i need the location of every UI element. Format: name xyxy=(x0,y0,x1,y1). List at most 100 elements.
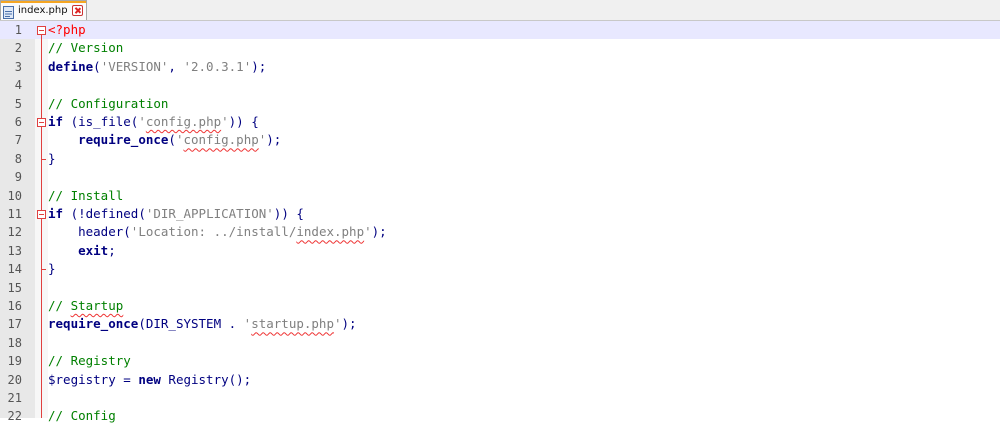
code-token: , xyxy=(168,58,184,74)
code-token: )) { xyxy=(228,114,259,129)
code-token: // Version xyxy=(48,40,124,56)
code-text: // Version xyxy=(48,39,123,57)
code-line[interactable]: 15 xyxy=(0,279,1000,297)
code-line[interactable]: 10 // Install xyxy=(0,187,1000,205)
line-number: 1 xyxy=(14,23,22,37)
fold-marker-line-6[interactable] xyxy=(37,118,46,127)
line-number: 21 xyxy=(7,391,22,405)
code-editor[interactable]: 1 <?php 2// Version 3 define('VERSION', '2.0… xyxy=(0,21,1000,423)
code-line[interactable]: 3 define('VERSION', '2.0.3.1'); xyxy=(0,58,1000,76)
code-line[interactable]: 7 require_once('config.php'); xyxy=(0,131,1000,149)
code-token: // Registry xyxy=(48,353,131,369)
code-text: } xyxy=(48,150,56,168)
code-text: } xyxy=(48,260,56,278)
code-line[interactable]: 16 // Startup xyxy=(0,297,1000,315)
line-number: 18 xyxy=(7,335,22,350)
code-token: ; xyxy=(108,242,116,258)
line-number: 11 xyxy=(7,207,22,221)
code-token: 'DIR_APPLICATION' xyxy=(145,206,274,221)
code-line[interactable]: 20 $registry = new Registry(); xyxy=(0,371,1000,389)
line-number: 14 xyxy=(7,262,22,277)
line-number: 15 xyxy=(7,280,22,295)
code-token: (DIR_SYSTEM . xyxy=(138,316,244,332)
code-token: 'config.php' xyxy=(138,114,229,129)
code-token: // Install xyxy=(48,187,124,203)
code-text: // Configuration xyxy=(48,95,168,113)
code-token: ); xyxy=(251,58,267,74)
code-token: require_once xyxy=(78,132,169,148)
code-line[interactable]: 9 xyxy=(0,168,1000,186)
line-number: 10 xyxy=(7,188,22,203)
fold-end-line-14 xyxy=(41,269,46,270)
code-token: ); xyxy=(371,224,387,240)
code-line[interactable]: 22 // Config xyxy=(0,407,1000,425)
code-line[interactable]: 12 header('Location: ../install/index.ph… xyxy=(0,223,1000,241)
code-token: ( xyxy=(93,58,101,74)
code-token: exit xyxy=(78,242,109,258)
code-text: // Config xyxy=(48,407,116,425)
spellcheck-underline: config.php xyxy=(183,132,259,148)
line-number: 3 xyxy=(14,59,22,74)
code-line[interactable]: 8} xyxy=(0,150,1000,168)
line-number: 9 xyxy=(14,170,22,185)
code-text: $registry = new Registry(); xyxy=(48,371,251,389)
code-text: if (!defined('DIR_APPLICATION')) { xyxy=(48,205,304,223)
code-token: ); xyxy=(266,132,282,148)
fold-marker-line-1[interactable] xyxy=(37,26,46,35)
code-line[interactable]: 17 require_once(DIR_SYSTEM . 'startup.php… xyxy=(0,315,1000,333)
code-line[interactable]: 6 if (is_file('config.php')) { xyxy=(0,113,1000,131)
tab-bar: index.php xyxy=(0,0,1000,21)
code-line[interactable]: 2 // Version xyxy=(0,39,1000,57)
code-text: // Registry xyxy=(48,352,131,370)
close-tab-icon[interactable] xyxy=(71,5,83,16)
code-token: <?php xyxy=(48,22,86,37)
code-token: } xyxy=(48,261,56,277)
line-number: 6 xyxy=(14,115,22,129)
code-text: require_once(DIR_SYSTEM . 'startup.php')… xyxy=(48,315,357,333)
code-line[interactable]: 4 xyxy=(0,76,1000,94)
line-number: 4 xyxy=(14,78,22,93)
code-text: if (is_file('config.php')) { xyxy=(48,113,259,131)
code-token: define xyxy=(48,58,94,74)
code-line[interactable]: 19 // Registry xyxy=(0,352,1000,370)
code-token: if xyxy=(48,206,64,221)
code-token: ); xyxy=(341,316,357,332)
line-number: 19 xyxy=(7,354,22,369)
code-token: 'startup.php' xyxy=(243,316,342,332)
line-number: 20 xyxy=(7,372,22,387)
code-token: 'VERSION' xyxy=(100,58,169,74)
code-line[interactable]: 18 xyxy=(0,334,1000,352)
code-token: // Configuration xyxy=(48,95,169,111)
code-line[interactable]: 14} xyxy=(0,260,1000,278)
line-number: 8 xyxy=(14,151,22,166)
line-number: 13 xyxy=(7,243,22,258)
code-token: '2.0.3.1' xyxy=(183,58,252,74)
spellcheck-underline: index.php xyxy=(296,224,365,240)
code-token: } xyxy=(48,150,56,166)
code-text: header('Location: ../install/index.php')… xyxy=(48,223,387,241)
code-token: 'config.php' xyxy=(175,132,267,148)
code-token: = xyxy=(115,371,139,387)
fold-marker-line-11[interactable] xyxy=(37,210,46,219)
code-text: <?php xyxy=(48,21,86,39)
tab-index-php[interactable]: index.php xyxy=(0,0,87,20)
code-text: require_once('config.php'); xyxy=(48,131,281,149)
code-token: // Config xyxy=(48,408,116,424)
code-line[interactable]: 11 if (!defined('DIR_APPLICATION')) { xyxy=(0,205,1000,223)
code-token: Registry(); xyxy=(160,371,252,387)
line-number: 22 xyxy=(7,409,22,424)
line-number: 17 xyxy=(7,317,22,332)
spellcheck-underline: Startup xyxy=(70,298,124,313)
code-line[interactable]: 13 exit; xyxy=(0,242,1000,260)
code-token: new xyxy=(138,371,161,387)
fold-line-php xyxy=(41,35,42,418)
code-token: if xyxy=(48,114,64,129)
code-token: (is_file( xyxy=(63,114,139,129)
code-line[interactable]: 5 // Configuration xyxy=(0,95,1000,113)
code-token: header( xyxy=(48,224,131,240)
active-tab-indicator xyxy=(1,1,86,3)
code-text: exit; xyxy=(48,242,116,260)
code-line[interactable]: 1 <?php xyxy=(0,21,1000,40)
code-line[interactable]: 21 xyxy=(0,389,1000,407)
